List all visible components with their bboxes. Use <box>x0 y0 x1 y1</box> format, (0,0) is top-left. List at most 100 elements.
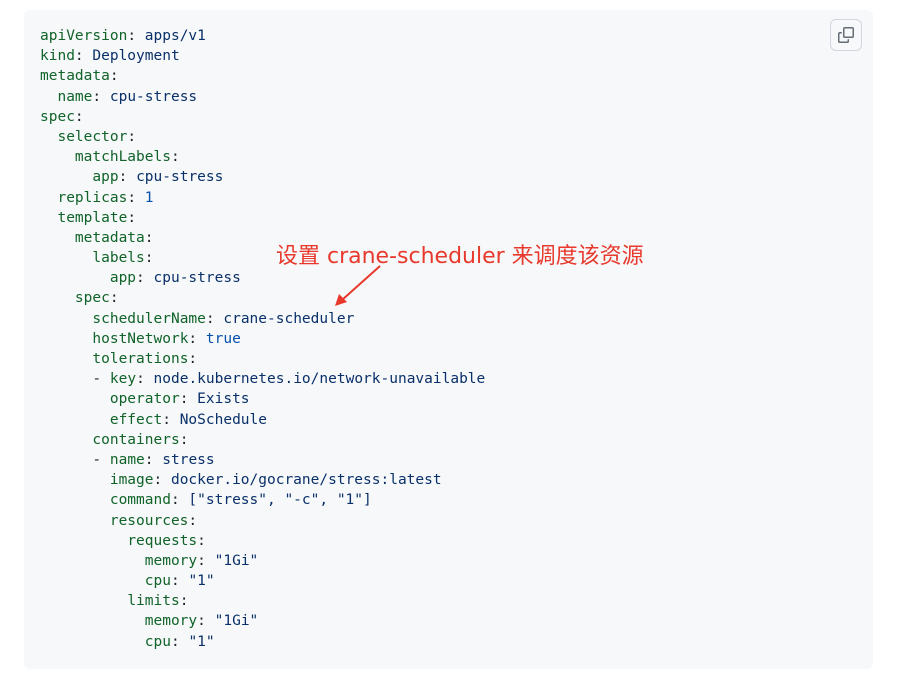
code-content: apiVersion: apps/v1 kind: Deployment metad… <box>40 26 485 652</box>
code-key: metadata <box>74 229 145 246</box>
code-colon: : <box>74 48 84 65</box>
code-key: key <box>109 371 137 388</box>
code-colon: : <box>205 310 215 327</box>
code-colon: : <box>188 330 198 347</box>
code-key: labels <box>92 250 145 267</box>
code-value: "1" <box>188 633 215 650</box>
code-colon: : <box>127 128 137 145</box>
code-value: cpu-stress <box>153 270 241 287</box>
code-value: "1" <box>188 573 215 590</box>
annotation-arrow <box>335 265 381 306</box>
code-value: crane-scheduler <box>223 310 355 327</box>
code-line: schedulerName: crane-scheduler <box>40 309 485 329</box>
code-key: cpu <box>144 573 171 590</box>
code-line: memory: "1Gi" <box>40 611 485 631</box>
code-line: kind: Deployment <box>40 46 485 66</box>
code-line: name: cpu-stress <box>40 87 485 107</box>
code-key: tolerations <box>92 351 189 367</box>
code-line: resources: <box>40 511 485 531</box>
code-value: cpu-stress <box>109 88 198 105</box>
code-value: "1Gi" <box>214 552 259 569</box>
code-line: command: ["stress", "-c", "1"] <box>40 490 485 510</box>
code-line: requests: <box>40 531 485 551</box>
code-value: NoSchedule <box>179 411 268 428</box>
code-key: memory <box>144 552 198 569</box>
code-key: replicas <box>57 189 128 206</box>
code-value: docker.io/gocrane/stress:latest <box>170 472 442 489</box>
code-line: memory: "1Gi" <box>40 551 485 571</box>
code-key: requests <box>127 532 198 549</box>
code-line: spec: <box>40 107 485 127</box>
code-line: - name: stress <box>40 450 485 470</box>
code-key: app <box>109 270 137 287</box>
code-list-dash: - <box>92 371 110 388</box>
code-line: - key: node.kubernetes.io/network-unavai… <box>40 369 485 389</box>
code-colon: : <box>127 209 137 226</box>
code-line: image: docker.io/gocrane/stress:latest <box>40 470 485 490</box>
copy-button[interactable] <box>830 19 862 51</box>
code-key: effect <box>109 411 163 428</box>
code-colon: : <box>144 451 154 468</box>
code-colon: : <box>127 28 137 44</box>
code-value: true <box>205 330 241 347</box>
code-line: replicas: 1 <box>40 188 485 208</box>
code-colon: : <box>136 270 145 287</box>
code-key: cpu <box>144 633 171 650</box>
code-key: spec <box>74 290 110 307</box>
code-key: operator <box>109 391 180 408</box>
code-key: memory <box>144 613 198 630</box>
code-colon: : <box>197 532 206 549</box>
code-value: node.kubernetes.io/network-unavailable <box>153 371 486 388</box>
code-colon: : <box>179 593 189 610</box>
code-key: name <box>57 88 93 105</box>
code-value: Exists <box>197 391 250 408</box>
code-colon: : <box>109 68 119 85</box>
code-colon: : <box>188 512 198 529</box>
code-key: name <box>109 451 145 468</box>
code-value: 1 <box>144 189 154 206</box>
code-key: schedulerName <box>92 310 206 327</box>
code-value: "1Gi" <box>214 613 259 630</box>
copy-icon <box>838 27 854 43</box>
code-value: ["stress", "-c", "1"] <box>188 492 372 509</box>
code-key: apiVersion <box>40 28 128 44</box>
code-colon: : <box>170 573 180 590</box>
code-line: effect: NoSchedule <box>40 410 485 430</box>
code-colon: : <box>144 250 154 267</box>
code-colon: : <box>74 108 84 125</box>
code-key: image <box>109 472 154 489</box>
code-key: selector <box>57 128 128 145</box>
code-block: apiVersion: apps/v1 kind: Deployment metad… <box>24 10 873 669</box>
code-colon: : <box>153 472 163 489</box>
code-line: selector: <box>40 127 485 147</box>
code-key: matchLabels <box>74 149 171 166</box>
code-line: operator: Exists <box>40 389 485 409</box>
code-key: template <box>57 209 128 226</box>
code-value: Deployment <box>92 48 180 65</box>
